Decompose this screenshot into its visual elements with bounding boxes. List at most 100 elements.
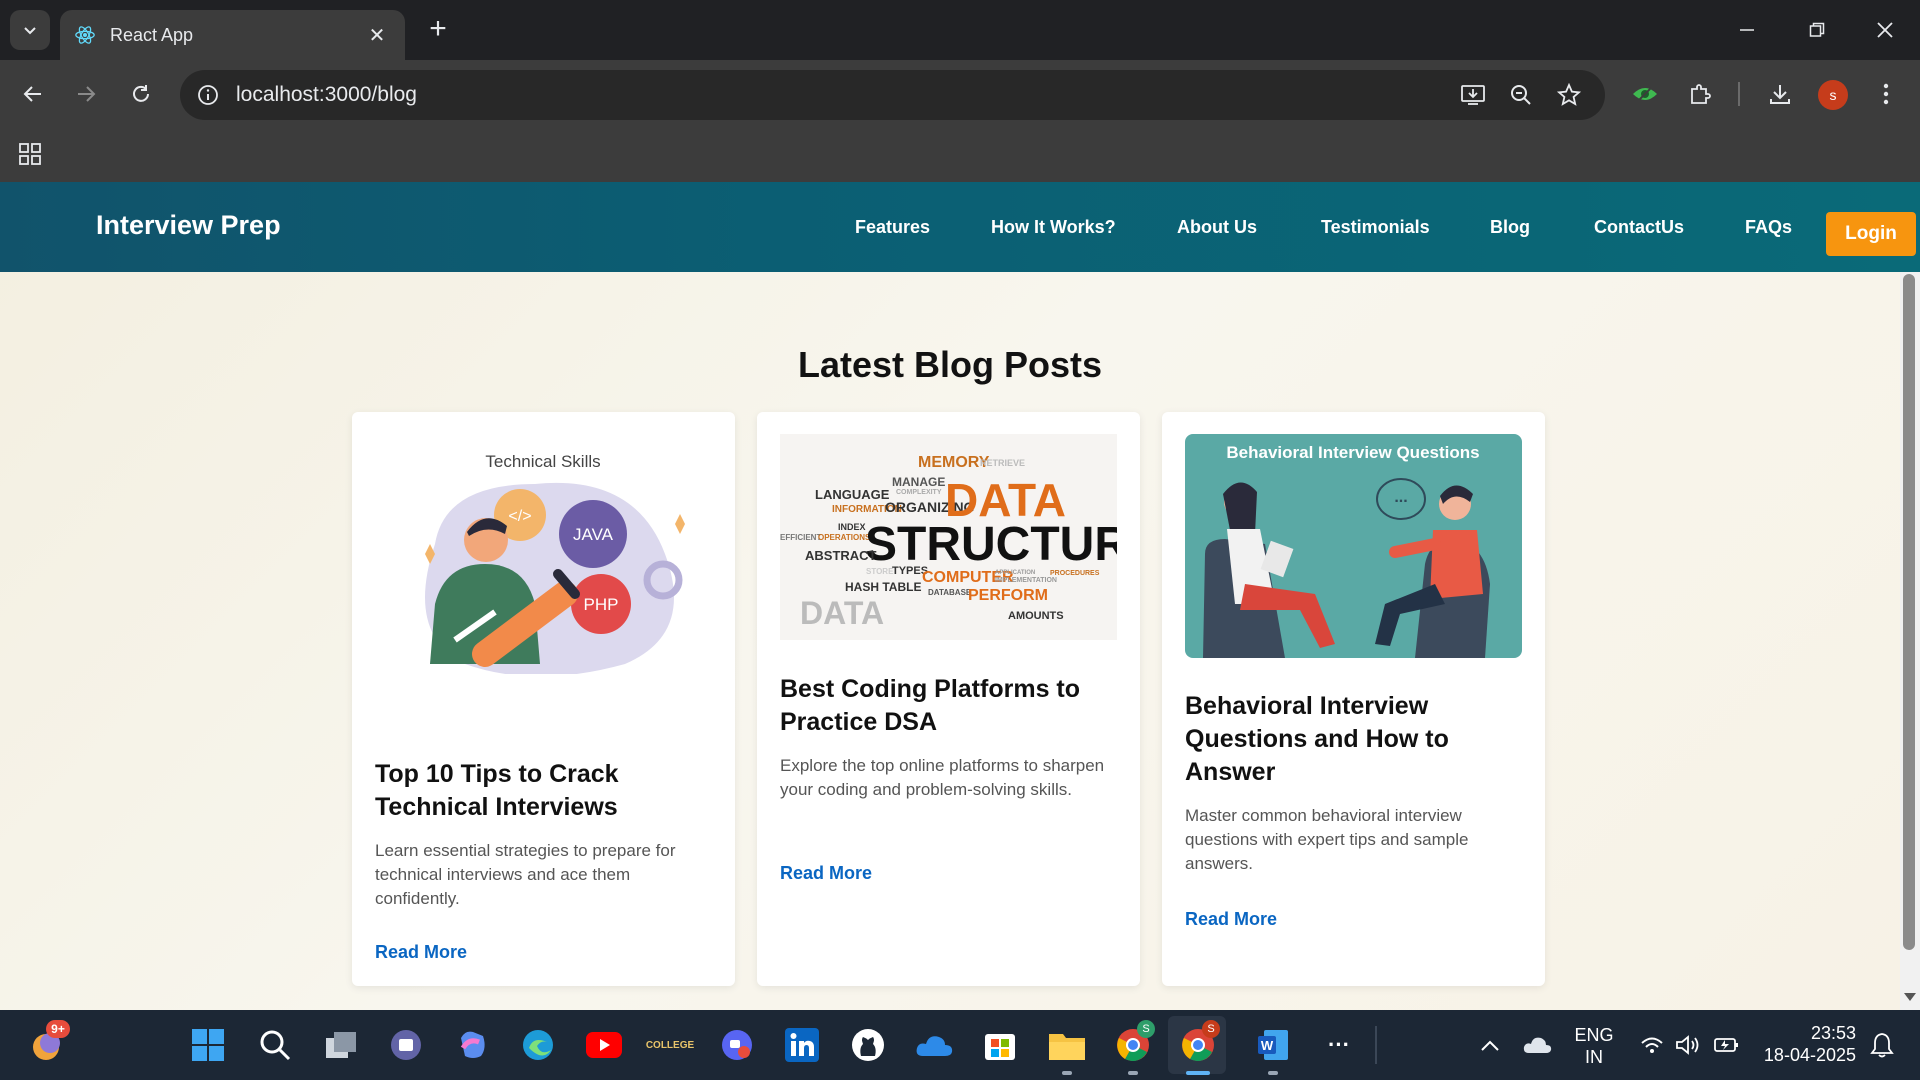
svg-text:...: ... xyxy=(1394,489,1407,506)
svg-text:APPLICATION: APPLICATION xyxy=(995,570,1035,576)
nav-features[interactable]: Features xyxy=(855,217,930,238)
scrollbar-thumb[interactable] xyxy=(1903,274,1915,950)
post-excerpt: Learn essential strategies to prepare fo… xyxy=(375,841,676,908)
profile-avatar[interactable]: s xyxy=(1818,80,1848,110)
read-more-link[interactable]: Read More xyxy=(780,863,872,884)
close-icon xyxy=(1877,22,1893,38)
scroll-down-arrow[interactable] xyxy=(1902,990,1918,1006)
apps-grid-icon[interactable] xyxy=(18,142,44,168)
word-icon[interactable]: W xyxy=(1253,1025,1293,1065)
volume-icon[interactable] xyxy=(1668,1025,1708,1065)
minimize-button[interactable] xyxy=(1722,10,1772,50)
menu-kebab-icon[interactable] xyxy=(1866,74,1906,114)
nav-how-it-works[interactable]: How It Works? xyxy=(991,217,1116,238)
technical-skills-illustration: Technical Skills JAVA PHP </> xyxy=(375,434,712,677)
nav-contact-us[interactable]: ContactUs xyxy=(1594,217,1684,238)
svg-text:PHP: PHP xyxy=(584,595,619,614)
data-structure-wordcloud: MEMORY RETRIEVE MANAGE COMPLEXITY LANGUA… xyxy=(780,434,1161,640)
windows-taskbar: 9+ COLLEGE S S W ··· ENG IN 23:53 18-04-… xyxy=(0,1010,1920,1080)
chevron-down-icon xyxy=(24,27,36,35)
post-title[interactable]: Best Coding Platforms to Practice DSA xyxy=(780,673,1117,739)
new-tab-button[interactable]: + xyxy=(420,12,456,48)
page-viewport: Interview Prep Features How It Works? Ab… xyxy=(0,182,1920,1010)
extensions-puzzle-icon[interactable] xyxy=(1680,74,1720,114)
battery-icon[interactable] xyxy=(1706,1025,1746,1065)
brand-logo[interactable]: Interview Prep xyxy=(96,210,281,241)
nav-faqs[interactable]: FAQs xyxy=(1745,217,1792,238)
extension-eye-icon[interactable] xyxy=(1625,74,1665,114)
start-windows-icon[interactable] xyxy=(188,1025,228,1065)
linkedin-icon[interactable] xyxy=(782,1025,822,1065)
running-indicator xyxy=(1128,1071,1138,1075)
post-title[interactable]: Top 10 Tips to Crack Technical Interview… xyxy=(375,758,712,824)
post-excerpt: Master common behavioral interview quest… xyxy=(1185,806,1469,873)
svg-text:ABSTRACT: ABSTRACT xyxy=(805,548,877,563)
svg-text:PERFORM: PERFORM xyxy=(968,587,1048,604)
install-app-icon[interactable] xyxy=(1458,80,1488,110)
svg-text:AMOUNTS: AMOUNTS xyxy=(1008,610,1064,622)
tab-title: React App xyxy=(110,24,194,45)
file-explorer-icon[interactable] xyxy=(1047,1025,1087,1065)
svg-text:INDEX: INDEX xyxy=(838,522,866,532)
cloud-icon[interactable] xyxy=(1518,1025,1558,1065)
zoom-icon[interactable] xyxy=(1506,80,1536,110)
taskbar-divider xyxy=(1375,1026,1377,1064)
chrome-profile-badge: S xyxy=(1202,1020,1220,1038)
college-app-icon[interactable]: COLLEGE xyxy=(646,1025,694,1065)
close-window-button[interactable] xyxy=(1860,10,1910,50)
youtube-icon[interactable] xyxy=(584,1025,624,1065)
svg-text:DATA: DATA xyxy=(800,595,884,631)
back-button[interactable] xyxy=(13,74,53,114)
search-icon[interactable] xyxy=(255,1025,295,1065)
arrow-left-icon xyxy=(23,86,41,102)
nav-blog[interactable]: Blog xyxy=(1490,217,1530,238)
running-indicator xyxy=(1062,1071,1072,1075)
forward-button[interactable] xyxy=(66,74,106,114)
bookmark-star-icon[interactable] xyxy=(1554,80,1584,110)
svg-text:DATABASE: DATABASE xyxy=(928,588,972,597)
teams-icon[interactable] xyxy=(386,1025,426,1065)
edge-icon[interactable] xyxy=(518,1025,558,1065)
restore-icon xyxy=(1809,22,1825,37)
app-icon[interactable] xyxy=(717,1025,757,1065)
clock[interactable]: 23:53 18-04-2025 xyxy=(1756,1022,1856,1066)
onedrive-icon[interactable] xyxy=(914,1025,954,1065)
active-indicator xyxy=(1186,1071,1210,1075)
svg-text:PROCEDURES: PROCEDURES xyxy=(1050,570,1100,577)
chevron-up-icon[interactable] xyxy=(1470,1025,1510,1065)
notification-badge: 9+ xyxy=(46,1020,70,1038)
svg-text:EFFICIENT: EFFICIENT xyxy=(780,533,821,542)
notifications-bell-icon[interactable] xyxy=(1862,1025,1902,1065)
copilot-icon[interactable] xyxy=(452,1025,492,1065)
browser-toolbar: localhost:3000/blog s xyxy=(0,60,1920,128)
svg-text:W: W xyxy=(1261,1038,1274,1053)
task-view-icon[interactable] xyxy=(321,1025,361,1065)
react-icon xyxy=(75,26,95,44)
nav-about-us[interactable]: About Us xyxy=(1177,217,1257,238)
github-icon[interactable] xyxy=(848,1025,888,1065)
post-title[interactable]: Behavioral Interview Questions and How t… xyxy=(1185,690,1522,789)
svg-text:RETRIEVE: RETRIEVE xyxy=(980,458,1025,468)
arrow-right-icon xyxy=(78,86,96,102)
wifi-icon[interactable] xyxy=(1632,1025,1672,1065)
downloads-icon[interactable] xyxy=(1760,74,1800,114)
svg-text:COMPLEXITY: COMPLEXITY xyxy=(896,489,942,496)
login-button[interactable]: Login xyxy=(1826,212,1916,256)
nav-testimonials[interactable]: Testimonials xyxy=(1321,217,1430,238)
restore-button[interactable] xyxy=(1792,10,1842,50)
microsoft-store-icon[interactable] xyxy=(980,1025,1020,1065)
read-more-link[interactable]: Read More xyxy=(1185,909,1277,930)
running-indicator xyxy=(1268,1071,1278,1075)
reload-button[interactable] xyxy=(121,74,161,114)
blog-card: Technical Skills JAVA PHP </> Top 10 Tip… xyxy=(352,412,735,986)
site-info-icon[interactable] xyxy=(192,79,224,111)
address-bar[interactable]: localhost:3000/blog xyxy=(180,70,1605,120)
read-more-link[interactable]: Read More xyxy=(375,942,467,963)
svg-text:JAVA: JAVA xyxy=(573,525,614,544)
url-text[interactable]: localhost:3000/blog xyxy=(236,83,417,107)
language-indicator[interactable]: ENG IN xyxy=(1574,1024,1614,1068)
tab-search-button[interactable] xyxy=(10,10,50,50)
browser-tab[interactable]: React App ✕ xyxy=(60,10,405,60)
tab-close-icon[interactable]: ✕ xyxy=(363,23,391,48)
more-apps-icon[interactable]: ··· xyxy=(1319,1025,1359,1065)
